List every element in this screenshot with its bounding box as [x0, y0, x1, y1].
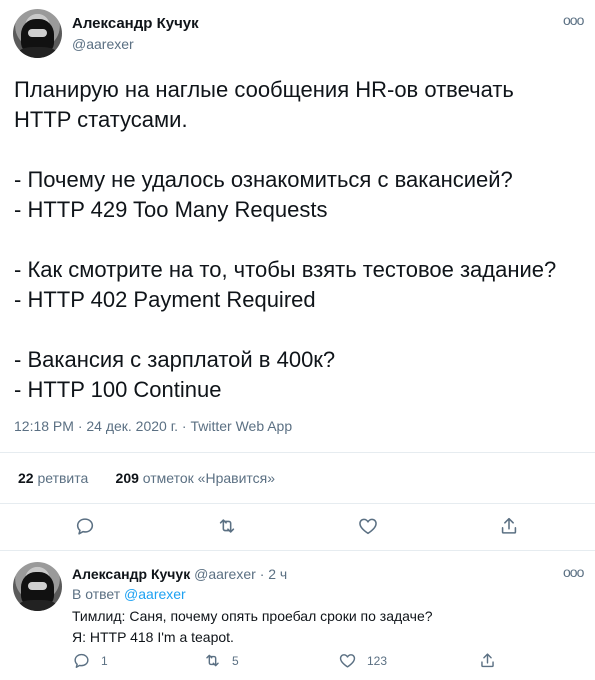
share-icon — [481, 653, 494, 668]
reply-time[interactable]: · 2 ч — [260, 566, 288, 582]
reply-author-name[interactable]: Александр Кучук — [72, 566, 190, 582]
likes-label[interactable]: отметок «Нравится» — [143, 470, 275, 486]
retweets-label[interactable]: ретвита — [37, 470, 88, 486]
reply-header: Александр Кучук @aarexer · 2 ч — [72, 566, 287, 582]
replying-to: В ответ @aarexer — [72, 586, 186, 602]
tweet-line: - HTTP 100 Continue — [14, 377, 222, 402]
replying-to-prefix: В ответ — [72, 586, 121, 602]
retweet-icon — [206, 654, 219, 667]
reply-avatar[interactable] — [13, 562, 62, 611]
heart-icon — [339, 654, 356, 668]
divider — [0, 503, 595, 504]
like-button[interactable] — [357, 515, 379, 537]
divider — [0, 452, 595, 453]
comment-icon — [74, 653, 89, 668]
divider — [0, 550, 595, 551]
retweet-button[interactable] — [216, 515, 238, 537]
tweet-line: Планирую на наглые сообщения HR-ов отвеч… — [14, 77, 514, 102]
reply-reply-button[interactable]: 1 — [72, 651, 108, 670]
reply-button[interactable] — [74, 515, 96, 537]
tweet-line: - Почему не удалось ознакомиться с вакан… — [14, 167, 513, 192]
share-icon — [501, 517, 517, 534]
reply-likes-count: 123 — [367, 653, 388, 668]
tweet-line — [14, 315, 584, 345]
heart-icon — [359, 518, 377, 535]
retweets-count[interactable]: 22 — [18, 470, 34, 486]
tweet-line: - Вакансия с зарплатой в 400к? — [14, 347, 336, 372]
tweet-line: - HTTP 402 Payment Required — [14, 287, 316, 312]
reply-more-options-icon[interactable]: ооо — [563, 564, 584, 580]
reply-line: Тимлид: Саня, почему опять проебал сроки… — [72, 608, 433, 624]
share-button[interactable] — [498, 515, 520, 537]
reply-replies-count: 1 — [101, 653, 108, 668]
reply-like-button[interactable]: 123 — [338, 651, 387, 670]
author-handle[interactable]: @aarexer — [72, 36, 134, 52]
avatar[interactable] — [13, 9, 62, 58]
reply-text: Тимлид: Саня, почему опять проебал сроки… — [72, 606, 433, 648]
tweet-line — [14, 135, 584, 165]
reply-retweets-count: 5 — [232, 653, 239, 668]
tweet-line: HTTP статусами. — [14, 107, 188, 132]
more-options-icon[interactable]: ооо — [563, 12, 584, 28]
tweet-stats: 22 ретвита 209 отметок «Нравится» — [18, 470, 275, 486]
reply-author-handle[interactable]: @aarexer — [194, 566, 256, 582]
reply-retweet-button[interactable]: 5 — [203, 651, 239, 670]
tweet-line: - Как смотрите на то, чтобы взять тестов… — [14, 257, 557, 282]
comment-icon — [76, 518, 94, 535]
tweet-line: - HTTP 429 Too Many Requests — [14, 197, 328, 222]
reply-line: Я: HTTP 418 I'm a teapot. — [72, 629, 234, 645]
likes-count[interactable]: 209 — [116, 470, 139, 486]
tweet-line — [14, 225, 584, 255]
reply-share-button[interactable] — [478, 651, 497, 670]
tweet-text: Планирую на наглые сообщения HR-ов отвеч… — [14, 75, 584, 405]
replying-to-handle[interactable]: @aarexer — [124, 586, 186, 602]
retweet-icon — [219, 519, 235, 533]
tweet-timestamp[interactable]: 12:18 PM · 24 дек. 2020 г. · Twitter Web… — [14, 418, 292, 434]
author-name[interactable]: Александр Кучук — [72, 15, 199, 32]
